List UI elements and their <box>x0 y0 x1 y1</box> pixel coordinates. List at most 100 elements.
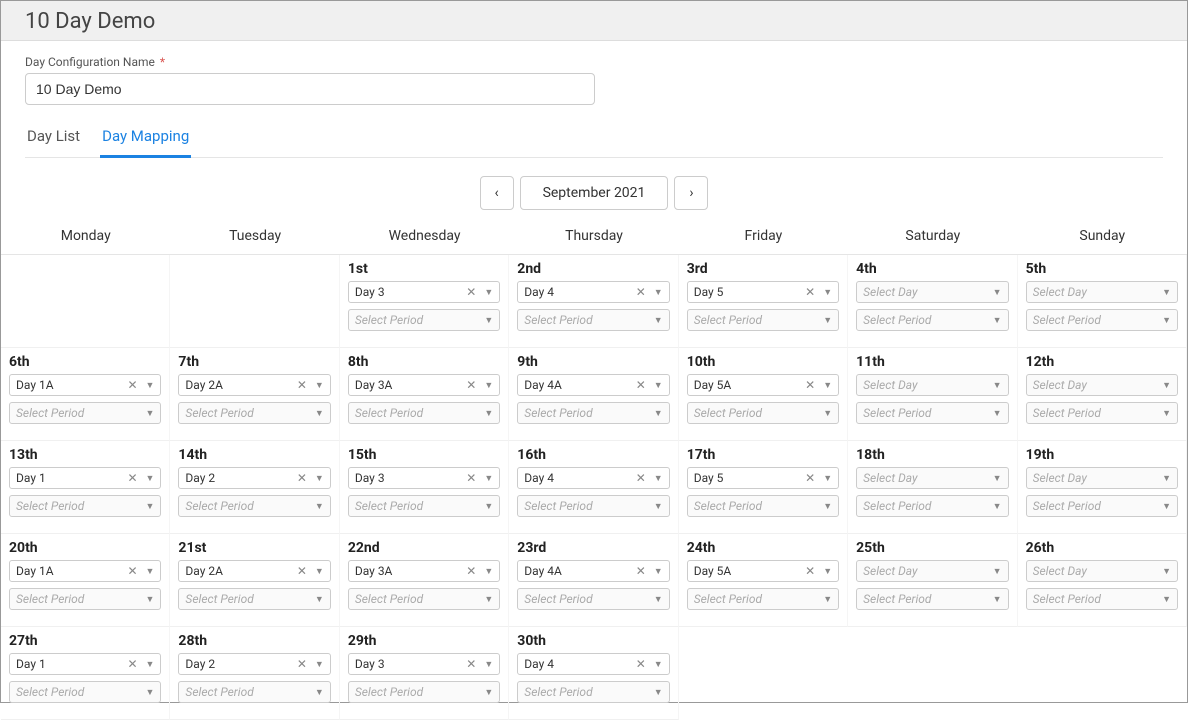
day-select[interactable]: Day 5✕▼ <box>687 467 839 489</box>
clear-icon[interactable]: ✕ <box>123 379 141 391</box>
clear-icon[interactable]: ✕ <box>462 472 480 484</box>
day-select[interactable]: Select Day▼ <box>856 281 1008 303</box>
clear-icon[interactable]: ✕ <box>123 472 141 484</box>
day-select[interactable]: Select Day▼ <box>856 374 1008 396</box>
period-select[interactable]: Select Period▼ <box>348 495 500 517</box>
day-select[interactable]: Select Day▼ <box>1026 374 1178 396</box>
period-select[interactable]: Select Period▼ <box>178 495 330 517</box>
clear-icon[interactable]: ✕ <box>632 658 650 670</box>
day-select[interactable]: Select Day▼ <box>1026 467 1178 489</box>
period-select[interactable]: Select Period▼ <box>348 588 500 610</box>
caret-down-icon: ▼ <box>819 287 832 298</box>
period-select[interactable]: Select Period▼ <box>687 402 839 424</box>
day-select[interactable]: Day 3A✕▼ <box>348 374 500 396</box>
day-select[interactable]: Day 4A✕▼ <box>517 374 669 396</box>
period-select[interactable]: Select Period▼ <box>856 588 1008 610</box>
day-select[interactable]: Day 2A✕▼ <box>178 374 330 396</box>
period-select[interactable]: Select Period▼ <box>856 402 1008 424</box>
clear-icon[interactable]: ✕ <box>293 565 311 577</box>
day-select[interactable]: Day 5A✕▼ <box>687 560 839 582</box>
day-select[interactable]: Day 3✕▼ <box>348 467 500 489</box>
period-select[interactable]: Select Period▼ <box>348 309 500 331</box>
tab-day-list[interactable]: Day List <box>25 121 82 158</box>
day-select[interactable]: Day 4✕▼ <box>517 467 669 489</box>
day-select[interactable]: Day 4✕▼ <box>517 653 669 675</box>
clear-icon[interactable]: ✕ <box>801 286 819 298</box>
period-select[interactable]: Select Period▼ <box>856 495 1008 517</box>
day-select[interactable]: Day 2A✕▼ <box>178 560 330 582</box>
clear-icon[interactable]: ✕ <box>462 286 480 298</box>
tab-day-mapping[interactable]: Day Mapping <box>100 121 191 158</box>
period-select[interactable]: Select Period▼ <box>687 588 839 610</box>
clear-icon[interactable]: ✕ <box>632 286 650 298</box>
month-label[interactable]: September 2021 <box>520 176 669 210</box>
period-select[interactable]: Select Period▼ <box>517 588 669 610</box>
clear-icon[interactable]: ✕ <box>293 472 311 484</box>
day-select[interactable]: Day 3✕▼ <box>348 653 500 675</box>
period-select[interactable]: Select Period▼ <box>517 402 669 424</box>
clear-icon[interactable]: ✕ <box>462 565 480 577</box>
period-select[interactable]: Select Period▼ <box>1026 402 1178 424</box>
period-select[interactable]: Select Period▼ <box>687 309 839 331</box>
period-select[interactable]: Select Period▼ <box>1026 495 1178 517</box>
day-select[interactable]: Day 2✕▼ <box>178 653 330 675</box>
day-select[interactable]: Day 3✕▼ <box>348 281 500 303</box>
clear-icon[interactable]: ✕ <box>293 658 311 670</box>
day-select[interactable]: Day 5A✕▼ <box>687 374 839 396</box>
period-select[interactable]: Select Period▼ <box>1026 309 1178 331</box>
weekday-wed: Wednesday <box>340 220 509 254</box>
period-select[interactable]: Select Period▼ <box>856 309 1008 331</box>
day-select[interactable]: Select Day▼ <box>856 560 1008 582</box>
date-label: 12th <box>1026 354 1178 370</box>
clear-icon[interactable]: ✕ <box>632 379 650 391</box>
clear-icon[interactable]: ✕ <box>123 658 141 670</box>
calendar-cell: 18thSelect Day▼Select Period▼ <box>848 441 1017 534</box>
day-select[interactable]: Select Day▼ <box>856 467 1008 489</box>
period-select[interactable]: Select Period▼ <box>9 402 161 424</box>
period-select[interactable]: Select Period▼ <box>348 402 500 424</box>
calendar-cell: 12th Select Day▼ Select Period▼ <box>1018 348 1187 441</box>
period-select[interactable]: Select Period▼ <box>178 681 330 703</box>
next-month-button[interactable]: › <box>674 176 708 210</box>
clear-icon[interactable]: ✕ <box>123 565 141 577</box>
day-select[interactable]: Select Day▼ <box>1026 560 1178 582</box>
day-select[interactable]: Day 1✕▼ <box>9 653 161 675</box>
clear-icon[interactable]: ✕ <box>632 472 650 484</box>
period-select[interactable]: Select Period▼ <box>9 681 161 703</box>
clear-icon[interactable]: ✕ <box>462 658 480 670</box>
calendar-cell: 21stDay 2A✕▼Select Period▼ <box>170 534 339 627</box>
period-select[interactable]: Select Period▼ <box>517 681 669 703</box>
period-select[interactable]: Select Period▼ <box>9 495 161 517</box>
period-select[interactable]: Select Period▼ <box>517 495 669 517</box>
period-select[interactable]: Select Period▼ <box>517 309 669 331</box>
config-name-input[interactable] <box>25 73 595 105</box>
day-select[interactable]: Day 4✕▼ <box>517 281 669 303</box>
caret-down-icon: ▼ <box>989 287 1002 298</box>
period-select[interactable]: Select Period▼ <box>178 588 330 610</box>
clear-icon[interactable]: ✕ <box>632 565 650 577</box>
day-select[interactable]: Day 5✕▼ <box>687 281 839 303</box>
day-select[interactable]: Day 1A✕▼ <box>9 560 161 582</box>
clear-icon[interactable]: ✕ <box>801 379 819 391</box>
day-select[interactable]: Day 2✕▼ <box>178 467 330 489</box>
caret-down-icon: ▼ <box>480 408 493 419</box>
period-select[interactable]: Select Period▼ <box>9 588 161 610</box>
day-select-placeholder: Select Day <box>1033 378 1159 392</box>
day-select[interactable]: Day 1✕▼ <box>9 467 161 489</box>
calendar-cell: 15thDay 3✕▼Select Period▼ <box>340 441 509 534</box>
clear-icon[interactable]: ✕ <box>801 472 819 484</box>
period-select[interactable]: Select Period▼ <box>687 495 839 517</box>
period-select[interactable]: Select Period▼ <box>348 681 500 703</box>
clear-icon[interactable]: ✕ <box>293 379 311 391</box>
clear-icon[interactable]: ✕ <box>462 379 480 391</box>
period-select[interactable]: Select Period▼ <box>178 402 330 424</box>
prev-month-button[interactable]: ‹ <box>480 176 514 210</box>
caret-down-icon: ▼ <box>142 408 155 419</box>
clear-icon[interactable]: ✕ <box>801 565 819 577</box>
day-select[interactable]: Day 3A✕▼ <box>348 560 500 582</box>
day-select[interactable]: Select Day▼ <box>1026 281 1178 303</box>
day-select[interactable]: Day 1A✕▼ <box>9 374 161 396</box>
day-select-value: Day 3A <box>355 378 462 392</box>
day-select[interactable]: Day 4A✕▼ <box>517 560 669 582</box>
period-select[interactable]: Select Period▼ <box>1026 588 1178 610</box>
